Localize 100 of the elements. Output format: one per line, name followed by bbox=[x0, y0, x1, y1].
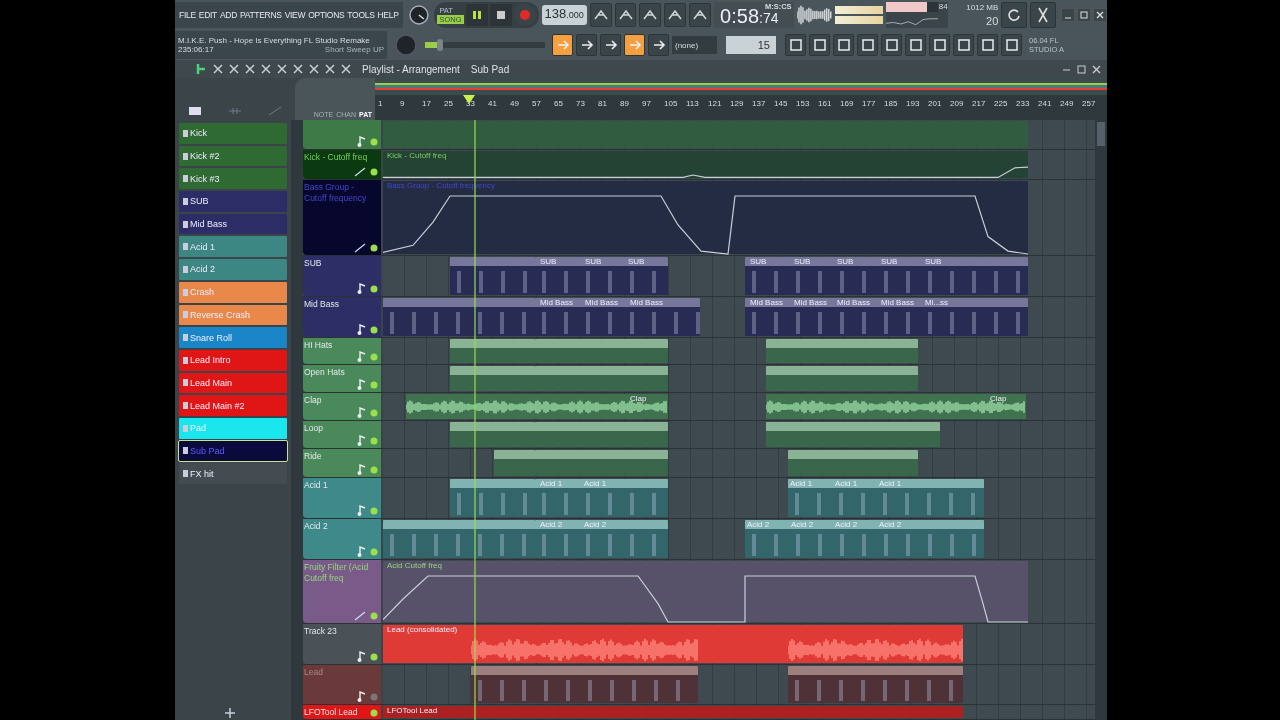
toolbar-button[interactable] bbox=[857, 34, 878, 56]
clip[interactable] bbox=[745, 257, 1028, 295]
pattern-item[interactable]: Acid 2 bbox=[179, 259, 287, 280]
clip[interactable] bbox=[383, 181, 1028, 254]
track-header[interactable]: SUB bbox=[303, 256, 381, 296]
menu-item[interactable]: TOOLS bbox=[347, 10, 375, 20]
toolbar-button[interactable] bbox=[589, 3, 612, 27]
pattern-item[interactable]: Lead Main bbox=[179, 372, 287, 394]
clip[interactable] bbox=[788, 666, 963, 703]
pattern-item[interactable]: Kick bbox=[179, 123, 287, 144]
mute-led[interactable] bbox=[370, 652, 378, 661]
pattern-item[interactable]: Mid Bass bbox=[179, 213, 287, 235]
clip[interactable] bbox=[535, 257, 668, 295]
pattern-item[interactable]: Lead Intro bbox=[179, 349, 287, 371]
clip[interactable] bbox=[535, 339, 668, 363]
toolbar-button[interactable] bbox=[833, 34, 854, 56]
minimize-button[interactable] bbox=[1061, 8, 1076, 22]
toolbar-button[interactable] bbox=[905, 34, 926, 56]
knob-icon[interactable] bbox=[407, 4, 430, 26]
pattern-selector[interactable]: 15 bbox=[726, 36, 776, 54]
toolbar-button[interactable] bbox=[664, 3, 687, 27]
clip[interactable] bbox=[383, 121, 1028, 148]
toolbar-button[interactable] bbox=[977, 34, 998, 56]
menu-item[interactable]: PATTERNS bbox=[240, 10, 282, 20]
pattern-item[interactable]: Kick #2 bbox=[179, 145, 287, 167]
scrollbar-thumb[interactable] bbox=[1097, 122, 1105, 146]
clip[interactable] bbox=[494, 450, 535, 476]
pattern-item[interactable]: Lead Main #2 bbox=[179, 395, 287, 416]
clip[interactable] bbox=[383, 298, 535, 336]
track-header[interactable]: Ride bbox=[303, 449, 381, 477]
clip[interactable] bbox=[450, 257, 535, 295]
track-header[interactable]: Lead bbox=[303, 665, 381, 704]
toolbar-button[interactable] bbox=[1001, 34, 1022, 56]
clip[interactable] bbox=[383, 561, 1028, 622]
clip[interactable] bbox=[450, 366, 535, 391]
clip[interactable] bbox=[745, 298, 1028, 336]
maximize-button[interactable] bbox=[1077, 8, 1092, 22]
clip[interactable] bbox=[766, 422, 940, 447]
clip[interactable] bbox=[535, 422, 668, 447]
refresh-button[interactable] bbox=[1001, 2, 1028, 28]
track-header[interactable]: Mid Bass bbox=[303, 297, 381, 337]
mute-led[interactable] bbox=[370, 325, 378, 334]
toolbar-button[interactable] bbox=[953, 34, 974, 56]
track-header[interactable]: Clap bbox=[303, 393, 381, 420]
pitch-slider-handle[interactable] bbox=[437, 39, 443, 51]
mute-led[interactable] bbox=[370, 168, 378, 176]
track-header[interactable]: HI Hats bbox=[303, 338, 381, 364]
toolbar-button[interactable] bbox=[809, 34, 830, 56]
scrollbar[interactable] bbox=[291, 120, 303, 720]
mute-led[interactable] bbox=[370, 244, 378, 252]
stop-button[interactable] bbox=[489, 4, 512, 26]
pattern-item[interactable]: FX hit bbox=[179, 463, 287, 484]
track-header[interactable]: Track 23 bbox=[303, 624, 381, 664]
scissors-button[interactable] bbox=[1030, 2, 1057, 28]
pattern-item[interactable]: Snare Roll bbox=[179, 327, 287, 348]
automation-curve[interactable] bbox=[383, 194, 1028, 255]
clip[interactable] bbox=[766, 366, 918, 391]
track-header[interactable] bbox=[303, 120, 381, 149]
toolbar-button[interactable] bbox=[785, 34, 806, 56]
clip[interactable] bbox=[535, 366, 668, 391]
tempo-display[interactable]: 138.000 bbox=[541, 5, 587, 25]
clip[interactable] bbox=[535, 479, 668, 517]
clip[interactable] bbox=[766, 339, 918, 363]
clip[interactable] bbox=[450, 479, 535, 517]
clip[interactable] bbox=[450, 339, 535, 363]
toolbar-button[interactable] bbox=[552, 34, 573, 56]
clip[interactable] bbox=[535, 450, 668, 476]
toolbar-button[interactable] bbox=[689, 3, 712, 27]
track-header[interactable]: Bass Group - Cutoff frequency bbox=[303, 180, 381, 255]
menu-item[interactable]: OPTIONS bbox=[308, 10, 345, 20]
pattern-item[interactable]: Acid 1 bbox=[179, 236, 287, 258]
pattern-item[interactable]: SUB bbox=[179, 191, 287, 212]
close-icon[interactable] bbox=[1092, 64, 1101, 74]
close-button[interactable] bbox=[1093, 8, 1107, 22]
clip[interactable] bbox=[471, 666, 698, 703]
track-header[interactable]: Acid 2 bbox=[303, 519, 381, 559]
toolbar-button[interactable] bbox=[614, 3, 637, 27]
overview-strip[interactable] bbox=[375, 78, 1107, 95]
toolbar-button[interactable] bbox=[639, 3, 662, 27]
clip[interactable] bbox=[383, 151, 1028, 178]
clip[interactable] bbox=[788, 450, 918, 476]
toolbar-button[interactable] bbox=[881, 34, 902, 56]
toolbar-button[interactable] bbox=[929, 34, 950, 56]
pattern-item[interactable]: Sub Pad bbox=[179, 440, 287, 462]
track-header[interactable]: Kick - Cutoff freq bbox=[303, 150, 381, 179]
menu-item[interactable]: ADD bbox=[219, 10, 237, 20]
track-header[interactable]: LFOTool Lead bbox=[303, 705, 381, 719]
automation-curve[interactable] bbox=[383, 164, 1028, 179]
pattern-item[interactable]: Kick #3 bbox=[179, 168, 287, 190]
track-header[interactable]: Acid 1 bbox=[303, 478, 381, 518]
track-header[interactable]: Loop bbox=[303, 421, 381, 448]
toolbar-button[interactable] bbox=[648, 34, 669, 56]
toolbar-button[interactable] bbox=[600, 34, 621, 56]
clip[interactable] bbox=[383, 520, 535, 558]
clip[interactable] bbox=[450, 422, 535, 447]
clip[interactable] bbox=[745, 520, 984, 558]
clip[interactable] bbox=[383, 706, 963, 718]
menu-item[interactable]: VIEW bbox=[284, 10, 306, 20]
mute-led[interactable] bbox=[370, 284, 378, 293]
maximize-icon[interactable] bbox=[1077, 64, 1086, 74]
